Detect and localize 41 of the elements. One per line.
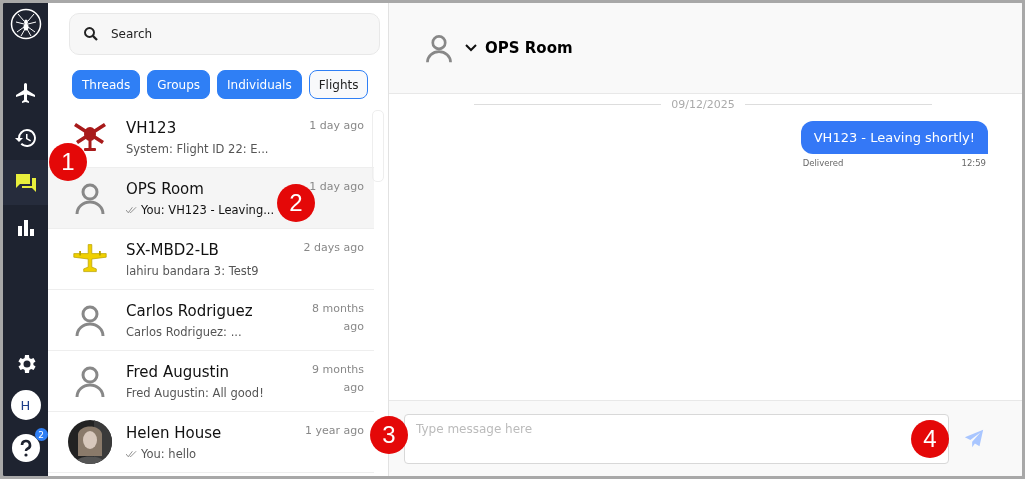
message-time: 12:59 — [961, 158, 986, 168]
message-preview: You: VH123 - Leaving... — [141, 202, 275, 217]
chevron-down-icon[interactable] — [465, 44, 477, 52]
callout-marker: 3 — [370, 416, 408, 454]
filter-chip[interactable]: Flights — [308, 70, 369, 99]
search-field[interactable]: Search — [69, 13, 380, 55]
airplane-icon — [13, 80, 38, 105]
conversation-time: 2 days ago — [302, 240, 365, 256]
message-preview: You: hello — [141, 446, 197, 461]
conversation-name: Carlos Rodriguez — [126, 301, 254, 320]
notification-badge: 2 — [34, 428, 48, 441]
conversation-item[interactable]: Carlos Rodriguez Carlos Rodriguez: ... 8 months ago — [48, 290, 374, 351]
conversation-name: Helen House — [126, 423, 223, 442]
conversation-item[interactable]: Helen House You: hello 1 year ago — [48, 412, 374, 473]
conversation-time: 1 year ago — [304, 423, 365, 439]
filter-chip[interactable]: Threads — [72, 70, 141, 99]
conversation-time: 8 months ago — [311, 301, 365, 335]
filter-chip[interactable]: Individuals — [217, 70, 302, 99]
message-preview: Carlos Rodriguez: ... — [126, 324, 242, 339]
conversation-name: VH123 — [126, 118, 178, 137]
message-preview: Fred Augustin: All good! — [126, 385, 264, 400]
help-icon[interactable] — [11, 434, 40, 462]
nav-item[interactable] — [3, 160, 48, 205]
conversation-name: Fred Augustin — [126, 362, 231, 381]
message-preview: lahiru bandara 3: Test9 — [126, 263, 259, 278]
conversation-time: 1 day ago — [308, 118, 365, 134]
chat-title: OPS Room — [485, 39, 573, 57]
spider-logo-icon — [9, 8, 42, 40]
user-avatar[interactable]: H — [10, 390, 41, 420]
conversation-time: 9 months ago — [311, 362, 365, 396]
conversation-name: OPS Room — [126, 179, 205, 198]
conversation-time: 1 day ago — [308, 179, 365, 195]
message-preview: System: Flight ID 22: E... — [126, 141, 269, 156]
conversation-item[interactable]: Fred Augustin Fred Augustin: All good! 9 months ago — [48, 351, 374, 412]
message-status: Delivered — [802, 158, 844, 168]
conversation-item[interactable]: SX-MBD2-LB lahiru bandara 3: Test9 2 days ago — [48, 229, 374, 290]
date-divider: 09/12/2025 — [671, 98, 735, 111]
filter-chip[interactable]: Groups — [147, 70, 210, 99]
conversation-name: SX-MBD2-LB — [126, 240, 220, 259]
message-bubble: VH123 - Leaving shortly! — [800, 121, 988, 154]
callout-marker: 1 — [49, 143, 87, 181]
